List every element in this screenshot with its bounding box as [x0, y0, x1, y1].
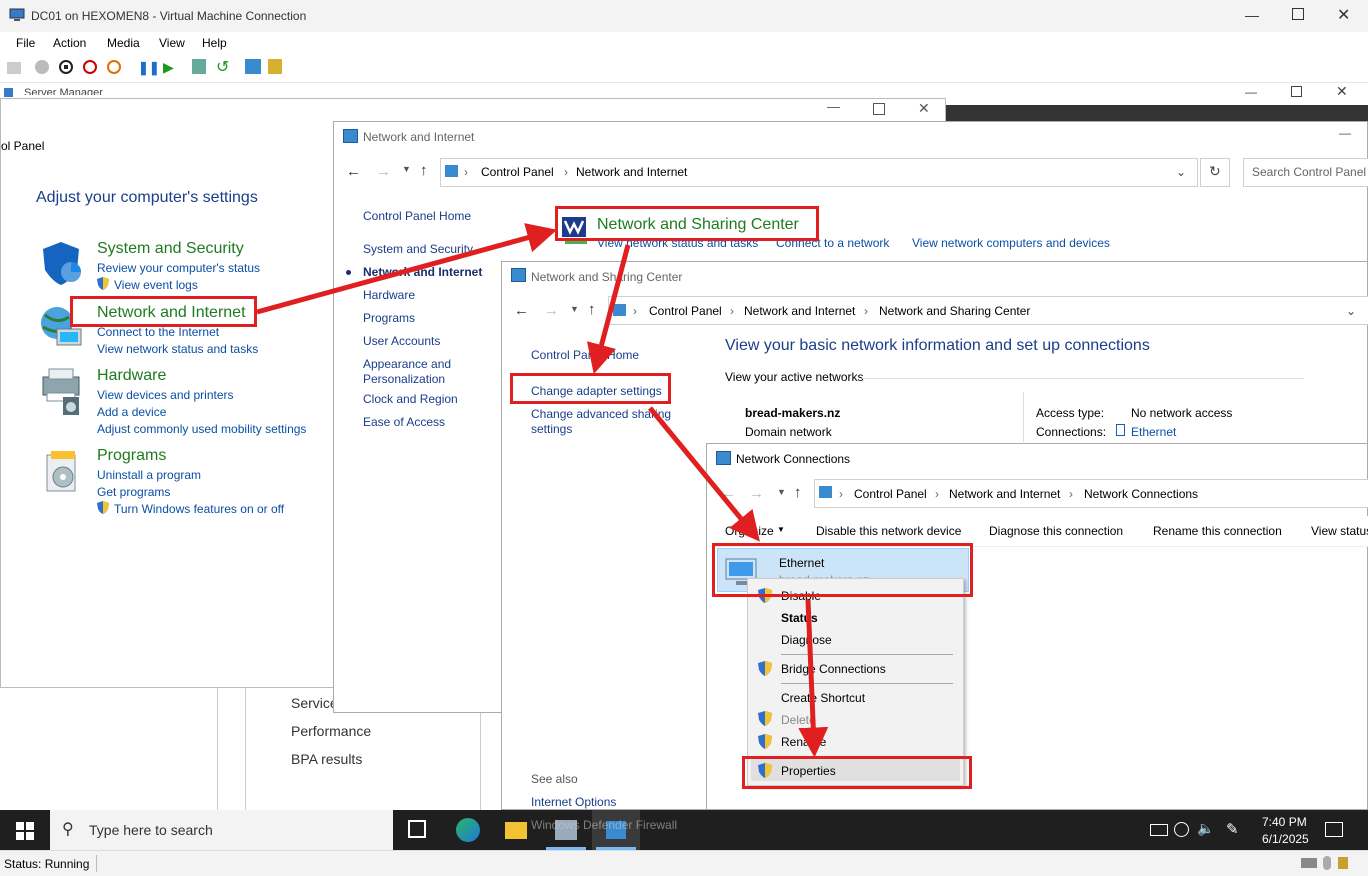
task-view-icon[interactable]	[408, 820, 426, 838]
file-explorer-icon[interactable]	[505, 822, 527, 839]
notification-icon[interactable]	[1325, 822, 1343, 837]
status-divider	[96, 855, 97, 872]
volume-muted-icon[interactable]: 🔈	[1197, 820, 1214, 837]
arrow-2	[586, 244, 631, 375]
windows-start-icon[interactable]	[16, 822, 34, 843]
mouse-status-icon	[1323, 856, 1331, 870]
keyboard-status-icon	[1301, 858, 1317, 868]
arrow-4	[798, 599, 829, 758]
arrow-3	[648, 406, 760, 542]
taskbar-search-box[interactable]: ⚲ Type here to search	[50, 810, 393, 850]
lock-status-icon	[1338, 857, 1348, 869]
globe-tray-icon[interactable]	[1174, 822, 1189, 837]
pen-tray-icon[interactable]: ✎	[1226, 820, 1239, 838]
nsc-see-also-firewall[interactable]: Windows Defender Firewall	[531, 818, 677, 832]
annotation-arrows	[256, 223, 829, 758]
vm-status-bar: Status: Running	[0, 850, 1368, 876]
taskbar-search-placeholder: Type here to search	[89, 822, 213, 838]
taskbar: ⚲ Type here to search Windows Defender F…	[0, 810, 1368, 850]
edge-icon[interactable]	[456, 818, 480, 842]
arrow-1	[256, 223, 558, 315]
vm-status-text: Status: Running	[4, 857, 90, 871]
keyboard-tray-icon[interactable]	[1150, 824, 1168, 836]
search-icon: ⚲	[62, 821, 74, 838]
clock-time[interactable]: 7:40 PM	[1262, 815, 1307, 829]
clock-date[interactable]: 6/1/2025	[1262, 832, 1309, 846]
